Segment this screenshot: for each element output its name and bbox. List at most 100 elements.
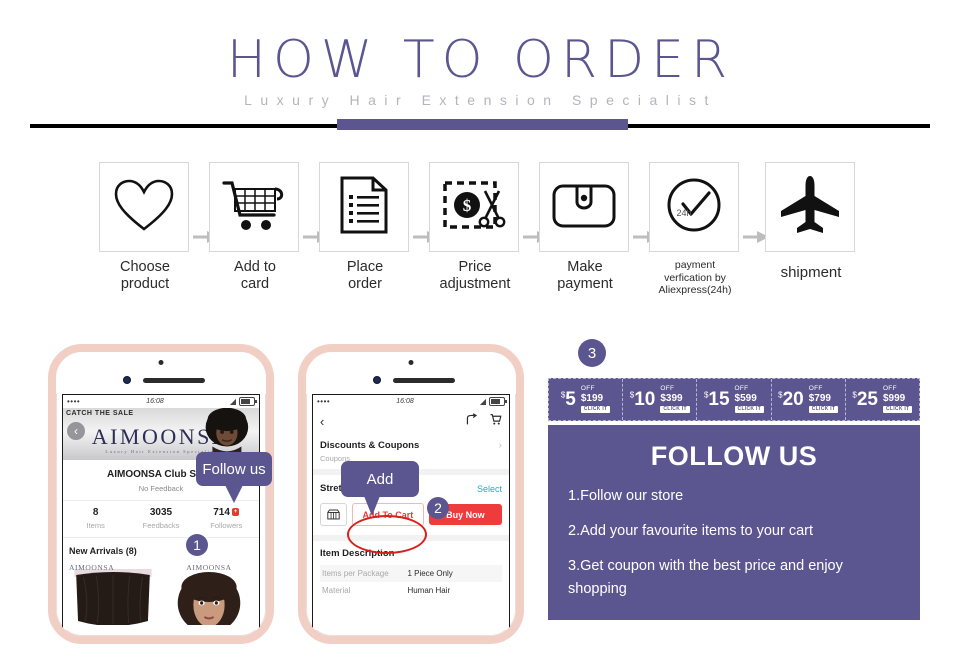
document-icon bbox=[339, 175, 389, 240]
store-stats: 8 Items 3035 Feedbacks 714 + Followers bbox=[63, 500, 259, 538]
wifi-icon: ◢ bbox=[229, 397, 236, 406]
coupon-click-it-button[interactable]: CLICK IT bbox=[882, 405, 913, 413]
follow-plus-badge[interactable]: + bbox=[231, 508, 240, 516]
product-watermark: AIMOONSA bbox=[186, 563, 232, 572]
signal-dots: •••• bbox=[317, 397, 331, 406]
chevron-right-icon: › bbox=[498, 440, 502, 451]
step-icon-box: $ bbox=[429, 162, 519, 252]
product-watermark: AIMOONSA bbox=[69, 563, 115, 572]
signal-dots: •••• bbox=[67, 397, 81, 406]
select-link[interactable]: Select bbox=[477, 484, 502, 494]
status-time: 16:08 bbox=[396, 398, 414, 405]
follow-us-step: 2.Add your favourite items to your cart bbox=[568, 523, 813, 540]
page-title: HOW TO ORDER bbox=[226, 30, 735, 90]
price-cut-icon: $ bbox=[441, 175, 507, 240]
coupon-click-it-button[interactable]: CLICK IT bbox=[660, 405, 690, 413]
new-arrivals-heading: New Arrivals (8) bbox=[69, 546, 137, 556]
product-card[interactable]: AIMOONSA bbox=[67, 561, 159, 625]
coupon-click-it-button[interactable]: CLICK IT bbox=[808, 405, 839, 413]
step-icon-box bbox=[319, 162, 409, 252]
discounts-title: Discounts & Coupons bbox=[320, 440, 420, 451]
step-choose-product: Choose product bbox=[99, 162, 191, 293]
airplane-icon bbox=[779, 174, 841, 241]
coupon-click-it-button[interactable]: CLICK IT bbox=[580, 405, 611, 413]
step-icon-box bbox=[99, 162, 189, 252]
phone-top-bar bbox=[306, 352, 516, 394]
back-chevron-icon[interactable]: ‹ bbox=[320, 414, 324, 429]
page-subtitle: Luxury Hair Extension Specialist bbox=[244, 92, 717, 108]
phone-screen: •••• 16:08 ◢ ‹ › Discounts & Coupons Cou… bbox=[312, 394, 510, 630]
wallet-icon bbox=[551, 180, 617, 235]
step-shipment: shipment bbox=[765, 162, 857, 282]
status-time: 16:08 bbox=[146, 398, 164, 405]
share-icon[interactable] bbox=[465, 413, 478, 429]
item-description-title: Item Description bbox=[320, 548, 395, 559]
step-label: Add to card bbox=[234, 259, 276, 293]
store-icon[interactable] bbox=[320, 503, 347, 526]
step-icon-box bbox=[539, 162, 629, 252]
step-label: Make payment bbox=[557, 259, 613, 293]
table-row: Items per Package 1 Piece Only bbox=[320, 565, 502, 582]
order-steps: Choose product Add to card Place order $… bbox=[0, 162, 961, 297]
coupon-item[interactable]: $5 OFF $199 CLICK IT bbox=[549, 379, 624, 420]
step-add-to-card: Add to card bbox=[209, 162, 301, 293]
step-label: payment verfication by Aliexpress(24h) bbox=[658, 259, 732, 297]
add-to-cart-button[interactable]: Add To Cart bbox=[352, 503, 424, 526]
back-chevron-icon[interactable]: ‹ bbox=[67, 422, 85, 440]
clock-24h-icon: 24h bbox=[665, 176, 723, 239]
step-payment-verification: 24h payment verfication by Aliexpress(24h) bbox=[649, 162, 741, 297]
step-badge-3: 3 bbox=[578, 339, 606, 367]
table-row: Material Human Hair bbox=[322, 586, 451, 595]
follow-us-panel: FOLLOW US 1.Follow our store 2.Add your … bbox=[548, 425, 920, 620]
front-camera-icon bbox=[408, 360, 414, 365]
step-label: Choose product bbox=[120, 259, 170, 293]
follow-us-title: FOLLOW US bbox=[650, 441, 818, 471]
follow-us-step: 1.Follow our store bbox=[568, 488, 684, 504]
sale-badge: CATCH THE SALE bbox=[66, 410, 134, 417]
callout-follow-us-label: Follow us bbox=[202, 460, 266, 478]
battery-icon bbox=[488, 397, 507, 406]
coupon-click-it-button[interactable]: CLICK IT bbox=[734, 405, 765, 413]
clock-24h-label: 24h bbox=[676, 208, 691, 218]
speaker-grille bbox=[392, 378, 455, 383]
coupon-item[interactable]: $25 OFF $999 CLICK IT bbox=[846, 379, 919, 420]
product-nav-bar: ‹ bbox=[313, 408, 509, 433]
phone-top-bar bbox=[56, 352, 266, 394]
svg-text:$: $ bbox=[463, 196, 472, 215]
stat-feedbacks: 3035 Feedbacks bbox=[142, 507, 180, 530]
follow-us-step: 3.Get coupon with the best price and enj… bbox=[568, 558, 843, 575]
sensor-icon bbox=[123, 376, 132, 384]
product-grid: AIMOONSA AIMOONSA bbox=[63, 561, 259, 625]
header-divider-accent bbox=[337, 119, 628, 130]
coupon-item[interactable]: $20 OFF $799 CLICK IT bbox=[772, 379, 846, 420]
battery-icon bbox=[238, 397, 257, 406]
coupon-item[interactable]: $10 OFF $399 CLICK IT bbox=[623, 379, 698, 420]
heart-icon bbox=[113, 178, 175, 237]
coupon-strip: $5 OFF $199 CLICK IT $10 OFF $399 CLICK … bbox=[548, 378, 920, 421]
product-action-bar: Add To Cart Buy Now bbox=[313, 501, 509, 535]
callout-follow-us: Follow us bbox=[196, 452, 272, 503]
status-bar: •••• 16:08 ◢ bbox=[63, 395, 259, 408]
product-card[interactable]: AIMOONSA bbox=[163, 561, 255, 625]
step-icon-box bbox=[209, 162, 299, 252]
item-description: Item Description Items per Package 1 Pie… bbox=[313, 535, 509, 599]
step-label: Place order bbox=[346, 259, 384, 293]
sensor-icon bbox=[373, 376, 382, 384]
callout-add-label: Add bbox=[366, 470, 394, 488]
phone-screen: •••• 16:08 ◢ CATCH THE SALE ‹ AIMOONSA L… bbox=[62, 394, 260, 630]
stat-items: 8 Items bbox=[86, 507, 105, 530]
coupon-item[interactable]: $15 OFF $599 CLICK IT bbox=[697, 379, 772, 420]
step-icon-box bbox=[765, 162, 855, 252]
wifi-icon: ◢ bbox=[479, 397, 486, 406]
step-place-order: Place order bbox=[319, 162, 411, 293]
callout-add: Add bbox=[341, 461, 419, 516]
step-badge-2: 2 bbox=[427, 497, 449, 519]
cart-icon[interactable] bbox=[489, 413, 502, 429]
step-label: shipment bbox=[780, 264, 842, 281]
follow-us-step-cont: shopping bbox=[568, 581, 627, 598]
stat-followers: 714 + Followers bbox=[210, 507, 243, 530]
step-label: Price adjustment bbox=[439, 259, 511, 293]
step-price-adjustment: $ Price adjustment bbox=[429, 162, 521, 293]
step-badge-1: 1 bbox=[186, 534, 208, 556]
step-make-payment: Make payment bbox=[539, 162, 631, 293]
